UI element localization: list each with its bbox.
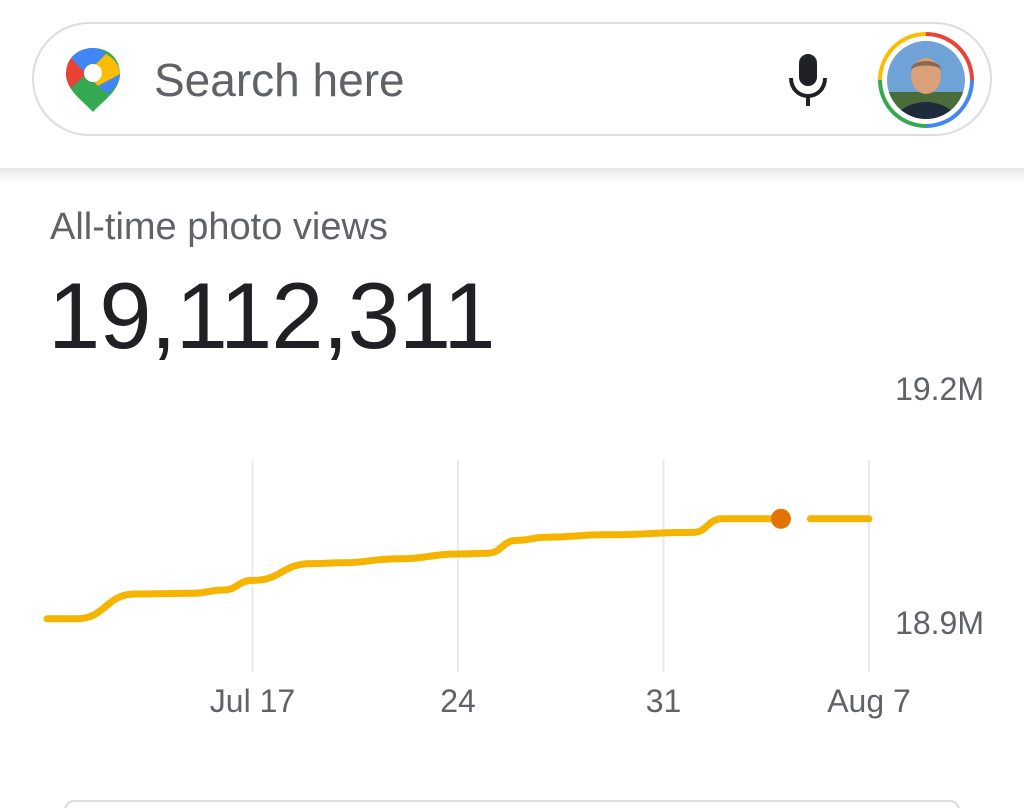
x-tick-label: Aug 7 xyxy=(827,683,911,719)
top-bar-shadow xyxy=(0,168,1024,182)
photo-views-chart: Jul 17 24 31 Aug 7 19.2M 18.9M xyxy=(43,371,984,719)
microphone-icon[interactable] xyxy=(786,52,830,108)
search-input[interactable] xyxy=(154,50,734,110)
google-maps-pin-icon[interactable] xyxy=(62,46,124,114)
user-avatar[interactable] xyxy=(878,32,974,128)
series-line xyxy=(43,515,785,623)
maps-contributions-screen: All-time photo views 19,112,311 Jul 17 24… xyxy=(0,0,1024,808)
y-tick-label: 19.2M xyxy=(895,371,984,407)
x-tick-label: 24 xyxy=(440,683,476,719)
stats-label: All-time photo views xyxy=(50,206,388,248)
chart-labels: Jul 17 24 31 Aug 7 19.2M 18.9M xyxy=(210,371,984,719)
x-tick-label: Jul 17 xyxy=(210,683,295,719)
top-search-area xyxy=(0,0,1024,168)
x-tick-label: 31 xyxy=(646,683,682,719)
photo-views-count: 19,112,311 xyxy=(48,263,496,368)
current-point-marker xyxy=(770,508,791,529)
y-tick-label: 18.9M xyxy=(895,605,984,641)
bottom-card-edge xyxy=(64,800,960,808)
